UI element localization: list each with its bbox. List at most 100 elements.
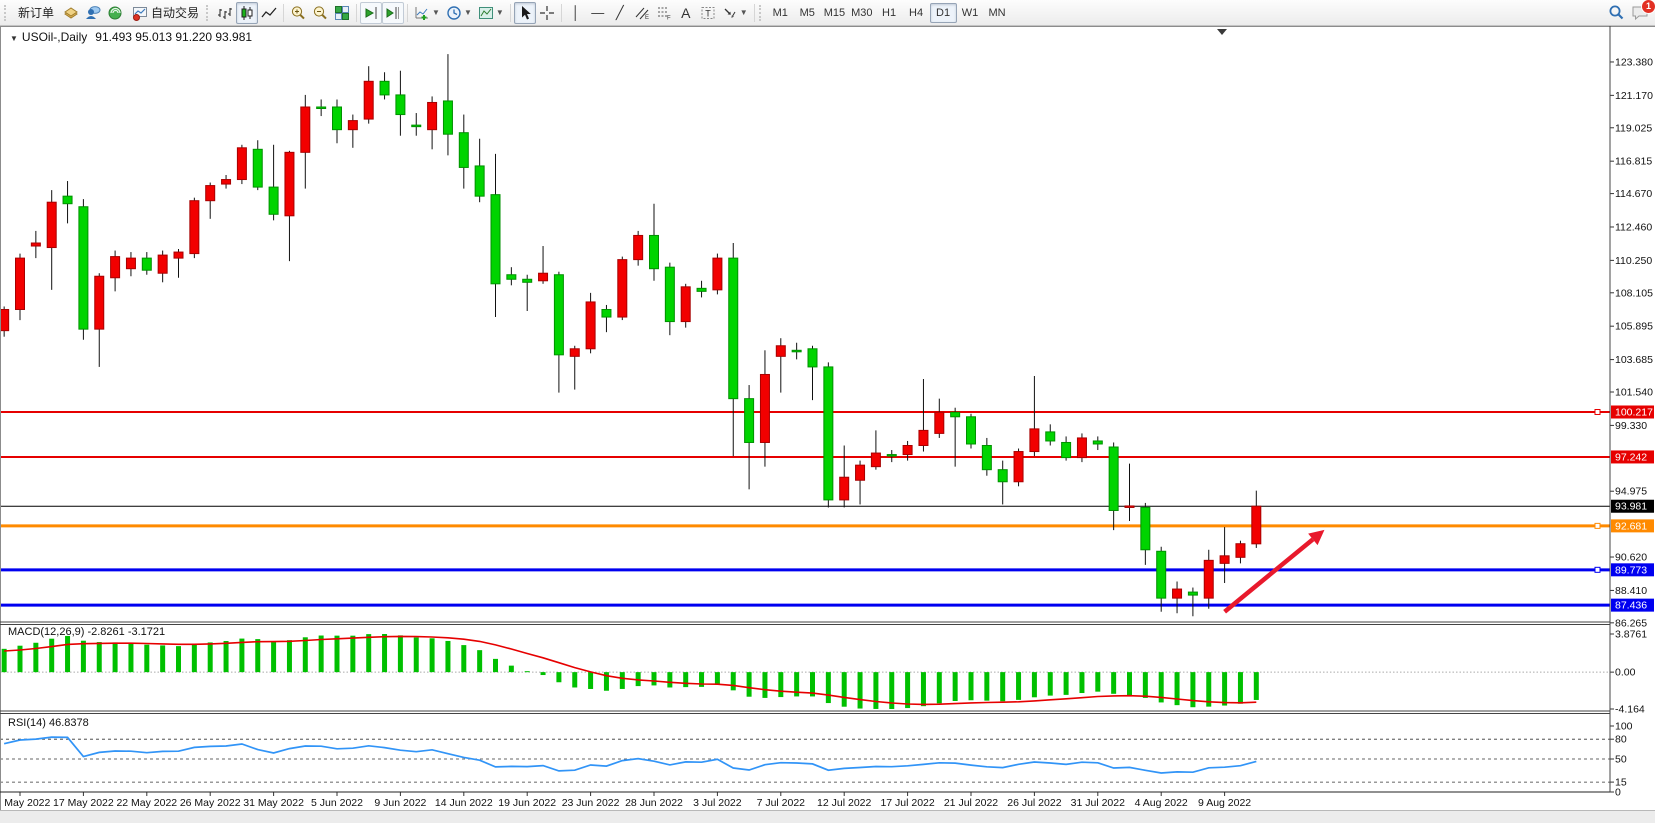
cursor-button[interactable] bbox=[514, 2, 536, 24]
text-button[interactable]: A bbox=[675, 2, 697, 24]
svg-text:9 Aug 2022: 9 Aug 2022 bbox=[1198, 797, 1251, 809]
toolbar-grip bbox=[4, 5, 9, 21]
chevron-down-icon: ▼ bbox=[496, 8, 504, 17]
crosshair-button[interactable] bbox=[536, 2, 558, 24]
svg-text:123.380: 123.380 bbox=[1615, 56, 1653, 68]
separator bbox=[407, 4, 408, 22]
svg-text:110.250: 110.250 bbox=[1615, 255, 1652, 267]
auto-trading-button[interactable]: 自动交易 bbox=[126, 2, 205, 24]
svg-text:88.410: 88.410 bbox=[1615, 585, 1647, 597]
svg-text:94.975: 94.975 bbox=[1615, 486, 1647, 498]
trendline-button[interactable]: ╱ bbox=[609, 2, 631, 24]
candlestick-chart-button[interactable] bbox=[236, 2, 258, 24]
svg-text:31 May 2022: 31 May 2022 bbox=[243, 797, 304, 809]
search-icon[interactable] bbox=[1605, 2, 1628, 24]
separator bbox=[754, 4, 755, 22]
timeframe-button-H1[interactable]: H1 bbox=[876, 3, 903, 23]
fibonacci-button[interactable]: F bbox=[653, 2, 675, 24]
timeframe-group: M1M5M15M30H1H4D1W1MN bbox=[767, 3, 1011, 23]
timeframe-button-M5[interactable]: M5 bbox=[794, 3, 821, 23]
separator bbox=[356, 4, 357, 22]
svg-text:12 Jul 2022: 12 Jul 2022 bbox=[817, 797, 871, 809]
svg-text:50: 50 bbox=[1615, 754, 1627, 766]
chart-window: 123.380 121.170 119.025 116.815 114.670 112.4… bbox=[0, 26, 1655, 823]
auto-scroll-button[interactable] bbox=[360, 2, 382, 24]
price-chart[interactable]: 123.380 121.170 119.025 116.815 114.670 112.4… bbox=[0, 26, 1655, 823]
toolbar: 新订单 自动交易 bbox=[0, 0, 1655, 26]
separator bbox=[510, 4, 511, 22]
group-grip bbox=[206, 5, 211, 21]
mql5-community-icon[interactable] bbox=[82, 2, 104, 24]
text-label-button[interactable]: T bbox=[697, 2, 719, 24]
svg-text:108.105: 108.105 bbox=[1615, 287, 1653, 299]
timeframe-button-MN[interactable]: MN bbox=[984, 3, 1011, 23]
svg-text:14 Jun 2022: 14 Jun 2022 bbox=[435, 797, 493, 809]
signals-icon[interactable] bbox=[104, 2, 126, 24]
svg-text:0.00: 0.00 bbox=[1615, 667, 1636, 679]
svg-text:7 Jul 2022: 7 Jul 2022 bbox=[757, 797, 806, 809]
notifications-button[interactable]: 1 bbox=[1628, 2, 1652, 24]
svg-text:92.681: 92.681 bbox=[1615, 520, 1647, 532]
svg-text:100.217: 100.217 bbox=[1615, 406, 1653, 418]
indicators-button[interactable]: ▼ bbox=[411, 2, 443, 24]
svg-text:105.895: 105.895 bbox=[1615, 321, 1653, 333]
horizontal-line-button[interactable]: — bbox=[587, 2, 609, 24]
svg-text:90.620: 90.620 bbox=[1615, 552, 1647, 564]
group-grip bbox=[759, 5, 764, 21]
svg-text:F: F bbox=[667, 15, 671, 21]
tile-windows-button[interactable] bbox=[331, 2, 353, 24]
new-order-button[interactable]: 新订单 bbox=[12, 2, 60, 24]
svg-text:114.670: 114.670 bbox=[1615, 188, 1652, 200]
svg-text:103.685: 103.685 bbox=[1615, 354, 1653, 366]
separator bbox=[561, 4, 562, 22]
svg-text:21 Jul 2022: 21 Jul 2022 bbox=[944, 797, 998, 809]
separator bbox=[283, 4, 284, 22]
svg-text:87.436: 87.436 bbox=[1615, 600, 1647, 612]
svg-text:26 Jul 2022: 26 Jul 2022 bbox=[1007, 797, 1061, 809]
svg-text:121.170: 121.170 bbox=[1615, 90, 1653, 102]
chevron-down-icon: ▼ bbox=[464, 8, 472, 17]
timeframe-button-M15[interactable]: M15 bbox=[821, 3, 848, 23]
svg-text:5 Jun 2022: 5 Jun 2022 bbox=[311, 797, 363, 809]
periods-button[interactable]: ▼ bbox=[443, 2, 475, 24]
svg-text:31 Jul 2022: 31 Jul 2022 bbox=[1071, 797, 1125, 809]
chevron-down-icon: ▼ bbox=[432, 8, 440, 17]
svg-text:19 Jun 2022: 19 Jun 2022 bbox=[498, 797, 556, 809]
svg-text:116.815: 116.815 bbox=[1615, 156, 1652, 168]
templates-button[interactable]: ▼ bbox=[475, 2, 507, 24]
svg-text:T: T bbox=[705, 8, 711, 18]
equidistant-channel-button[interactable]: E bbox=[631, 2, 653, 24]
svg-text:28 Jun 2022: 28 Jun 2022 bbox=[625, 797, 683, 809]
svg-text:9 Jun 2022: 9 Jun 2022 bbox=[374, 797, 426, 809]
mt4-application: 新订单 自动交易 bbox=[0, 0, 1655, 823]
svg-text:3.8761: 3.8761 bbox=[1615, 629, 1647, 641]
svg-text:101.540: 101.540 bbox=[1615, 387, 1653, 399]
timeframe-button-M1[interactable]: M1 bbox=[767, 3, 794, 23]
svg-text:E: E bbox=[645, 15, 649, 21]
zoom-out-button[interactable] bbox=[309, 2, 331, 24]
svg-text:17 May 2022: 17 May 2022 bbox=[53, 797, 114, 809]
svg-text:112.460: 112.460 bbox=[1615, 221, 1652, 233]
svg-text:26 May 2022: 26 May 2022 bbox=[180, 797, 241, 809]
chart-shift-button[interactable] bbox=[382, 2, 404, 24]
svg-text:80: 80 bbox=[1615, 734, 1627, 746]
vertical-line-button[interactable]: │ bbox=[565, 2, 587, 24]
timeframe-button-H4[interactable]: H4 bbox=[903, 3, 930, 23]
svg-text:22 May 2022: 22 May 2022 bbox=[116, 797, 177, 809]
svg-text:93.981: 93.981 bbox=[1615, 501, 1647, 513]
svg-text:100: 100 bbox=[1615, 721, 1633, 733]
svg-text:12 May 2022: 12 May 2022 bbox=[0, 797, 51, 809]
notification-badge: 1 bbox=[1641, 0, 1655, 14]
zoom-in-button[interactable] bbox=[287, 2, 309, 24]
arrows-button[interactable]: ▼ bbox=[719, 2, 751, 24]
timeframe-button-W1[interactable]: W1 bbox=[957, 3, 984, 23]
line-chart-button[interactable] bbox=[258, 2, 280, 24]
timeframe-button-D1[interactable]: D1 bbox=[930, 3, 957, 23]
svg-text:119.025: 119.025 bbox=[1615, 122, 1652, 134]
timeframe-button-M30[interactable]: M30 bbox=[848, 3, 875, 23]
gold-box-icon[interactable] bbox=[60, 2, 82, 24]
bar-chart-button[interactable] bbox=[214, 2, 236, 24]
svg-text:17 Jul 2022: 17 Jul 2022 bbox=[880, 797, 934, 809]
svg-text:0: 0 bbox=[1615, 787, 1621, 799]
svg-text:89.773: 89.773 bbox=[1615, 564, 1647, 576]
